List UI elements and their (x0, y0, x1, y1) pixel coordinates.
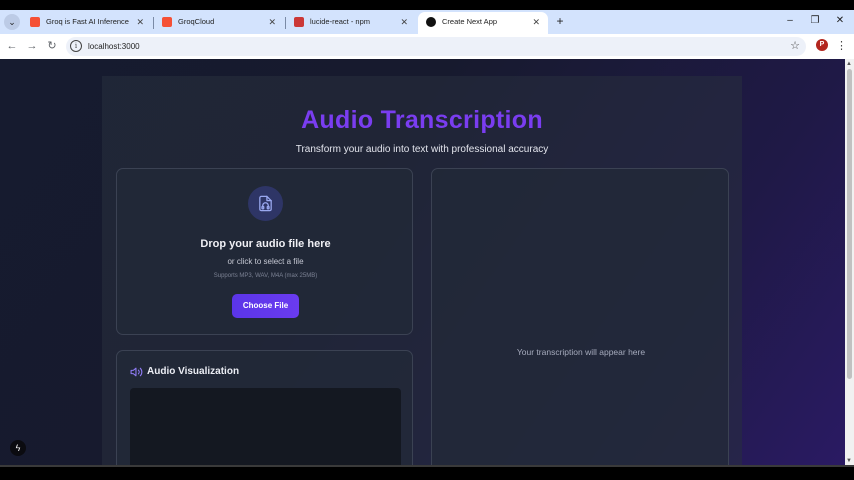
scrollbar-thumb[interactable] (847, 69, 852, 379)
scroll-down-arrow-icon[interactable]: ▼ (846, 458, 852, 464)
tab-close-icon[interactable]: ✕ (532, 12, 540, 32)
page-scrollbar[interactable]: ▲ ▼ (845, 59, 854, 465)
back-button[interactable]: ← (4, 38, 20, 54)
profile-avatar[interactable]: P (816, 39, 828, 51)
tab-close-icon[interactable]: ✕ (136, 12, 144, 32)
transcription-panel: Your transcription will appear here (431, 168, 729, 465)
url-text[interactable]: localhost:3000 (88, 37, 140, 56)
dropzone-heading: Drop your audio file here (200, 238, 331, 250)
npm-favicon-icon (294, 17, 304, 27)
page-viewport: Audio Transcription Transform your audio… (0, 59, 845, 465)
screen-bottom-band (0, 465, 854, 480)
app-container: Audio Transcription Transform your audio… (102, 76, 742, 465)
audio-visualization-card: Audio Visualization (116, 350, 413, 465)
nextjs-dev-indicator-icon[interactable]: ϟ (10, 440, 26, 456)
volume-icon (130, 367, 143, 377)
screen-top-band (0, 0, 854, 10)
groq-favicon-icon (162, 17, 172, 27)
scroll-up-arrow-icon[interactable]: ▲ (846, 61, 852, 67)
visualization-title: Audio Visualization (147, 366, 240, 377)
tab-title: GroqCloud (178, 17, 215, 26)
page-title: Audio Transcription (301, 106, 543, 134)
page-subtitle: Transform your audio into text with prof… (295, 144, 549, 155)
new-tab-button[interactable]: + (552, 13, 568, 29)
close-window-button[interactable]: ✕ (829, 12, 851, 30)
forward-button[interactable]: → (24, 38, 40, 54)
browser-toolbar: ← → ↻ i localhost:3000 ☆ P ⋮ (0, 34, 854, 59)
tab-strip: ⌄ Groq is Fast AI Inference ✕ GroqCloud … (0, 10, 854, 34)
choose-file-button[interactable]: Choose File (232, 294, 299, 318)
browser-menu-icon[interactable]: ⋮ (836, 38, 847, 54)
reload-button[interactable]: ↻ (44, 38, 60, 54)
dropzone-format-hint: Supports MP3, WAV, M4A (max 25MB) (213, 273, 318, 279)
tab-search-button[interactable]: ⌄ (4, 14, 20, 30)
address-bar[interactable]: i localhost:3000 ☆ (66, 37, 806, 56)
transcription-placeholder: Your transcription will appear here (516, 347, 646, 357)
restore-button[interactable]: ❐ (804, 12, 826, 30)
bottom-divider (0, 465, 854, 467)
tab-groqcloud[interactable]: GroqCloud ✕ (154, 12, 284, 34)
groq-favicon-icon (30, 17, 40, 27)
tab-title: Create Next App (442, 17, 498, 26)
tab-lucide-react[interactable]: lucide-react - npm ✕ (286, 12, 416, 34)
bookmark-star-icon[interactable]: ☆ (790, 37, 800, 56)
tab-title: lucide-react - npm (310, 17, 371, 26)
tab-close-icon[interactable]: ✕ (268, 12, 276, 32)
tab-create-next-app[interactable]: Create Next App ✕ (418, 12, 548, 34)
tab-close-icon[interactable]: ✕ (400, 12, 408, 32)
visualization-canvas (130, 388, 401, 465)
upload-dropzone[interactable]: Drop your audio file here or click to se… (116, 168, 413, 335)
file-audio-icon (248, 186, 283, 221)
site-info-icon[interactable]: i (70, 40, 82, 52)
tab-title: Groq is Fast AI Inference (46, 17, 129, 26)
nextjs-favicon-icon (426, 17, 436, 27)
minimize-button[interactable]: – (779, 12, 801, 30)
tab-groq-inference[interactable]: Groq is Fast AI Inference ✕ (22, 12, 152, 34)
dropzone-subtext: or click to select a file (227, 257, 304, 266)
